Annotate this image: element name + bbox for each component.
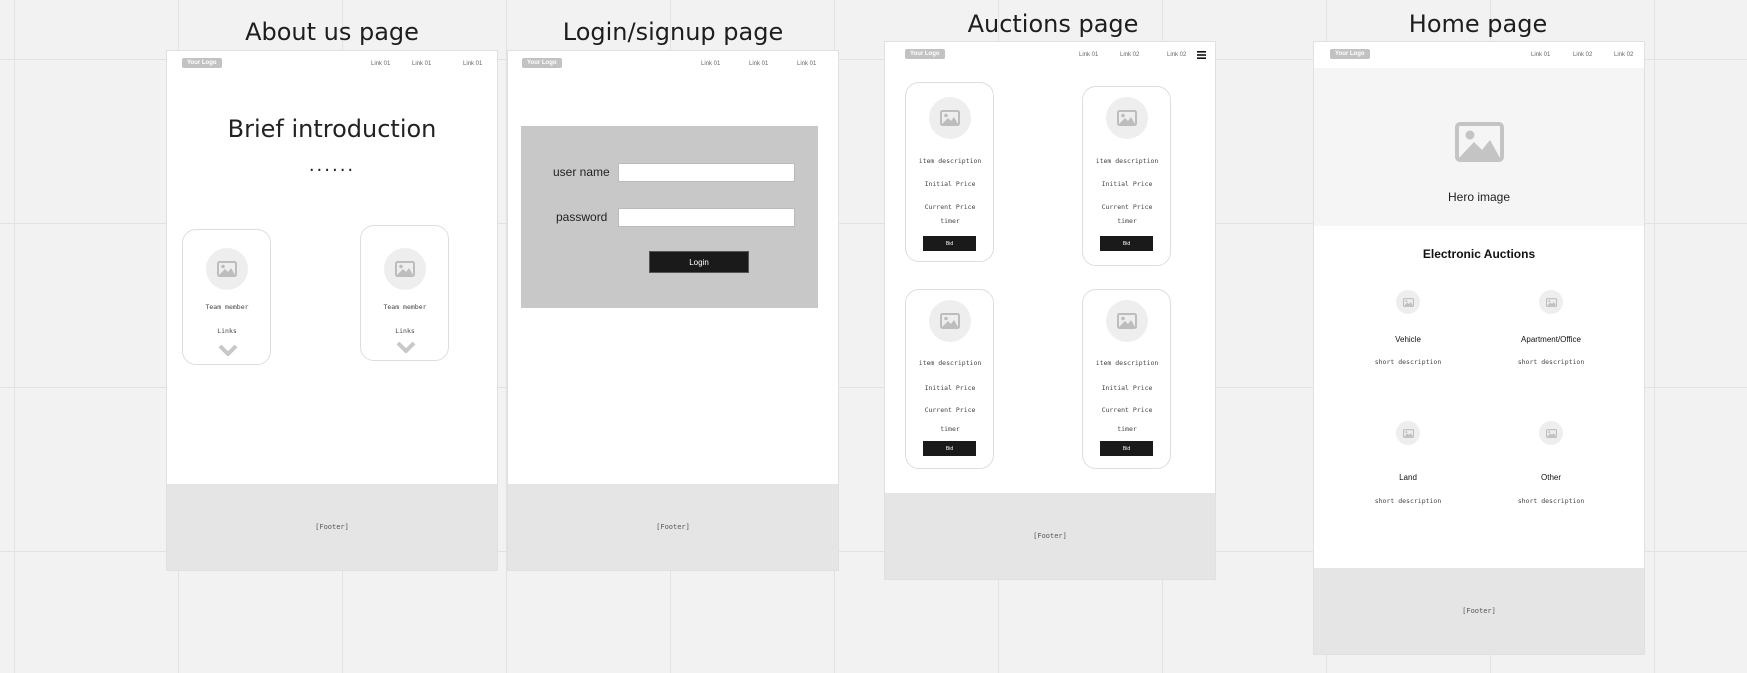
- category-description: short description: [1374, 358, 1442, 366]
- team-member-card: Team member Links: [182, 229, 271, 365]
- image-placeholder-icon: [206, 248, 248, 290]
- auctions-nav-link-2[interactable]: Link 02: [1120, 52, 1139, 58]
- team-member-links[interactable]: Links: [217, 327, 237, 335]
- hamburger-icon[interactable]: [1197, 51, 1206, 59]
- about-dots: ......: [308, 155, 356, 176]
- item-description: item description: [1095, 157, 1159, 165]
- item-timer: timer: [940, 425, 960, 433]
- auctions-logo[interactable]: Your Logo: [905, 49, 945, 59]
- bid-button[interactable]: Bid: [1100, 441, 1153, 456]
- login-nav-link-1[interactable]: Link 01: [701, 61, 720, 67]
- category-title[interactable]: Land: [1399, 473, 1417, 482]
- team-member-links[interactable]: Links: [395, 327, 415, 335]
- section-title: Electronic Auctions: [1422, 247, 1536, 261]
- login-frame: Your Logo Link 01 Link 01 Link 01 user n…: [507, 50, 839, 571]
- bid-button[interactable]: Bid: [923, 236, 976, 251]
- auction-item-card: item description Initial Price Current P…: [905, 289, 994, 469]
- other-image-icon[interactable]: [1539, 421, 1563, 445]
- home-frame: Your Logo Link 01 Link 02 Link 02 Hero i…: [1313, 41, 1645, 655]
- category-description: short description: [1374, 497, 1442, 505]
- vehicle-image-icon[interactable]: [1396, 290, 1420, 314]
- image-placeholder-icon: [384, 248, 426, 290]
- item-description: item description: [918, 157, 982, 165]
- image-placeholder-icon: [1106, 300, 1148, 342]
- item-description: item description: [918, 359, 982, 367]
- auctions-nav-link-1[interactable]: Link 01: [1079, 52, 1098, 58]
- about-heading: Brief introduction: [227, 115, 437, 143]
- land-image-icon[interactable]: [1396, 421, 1420, 445]
- item-timer: timer: [940, 217, 960, 225]
- auction-item-card: item description Initial Price Current P…: [905, 82, 994, 262]
- image-placeholder-icon: [929, 300, 971, 342]
- team-member-name: Team member: [205, 303, 249, 311]
- image-placeholder-icon: [1106, 97, 1148, 139]
- login-nav-link-2[interactable]: Link 01: [749, 61, 768, 67]
- about-nav-link-3[interactable]: Link 01: [463, 61, 482, 67]
- initial-price: Initial Price: [924, 384, 976, 392]
- home-nav-link-1[interactable]: Link 01: [1531, 52, 1550, 58]
- about-frame-title: About us page: [245, 18, 419, 46]
- about-nav-link-2[interactable]: Link 01: [412, 61, 431, 67]
- hero-image-icon: [1455, 122, 1504, 162]
- team-member-card: Team member Links: [360, 225, 449, 361]
- category-title[interactable]: Other: [1541, 473, 1561, 482]
- chevron-down-icon[interactable]: [396, 341, 416, 353]
- initial-price: Initial Price: [924, 180, 976, 188]
- about-nav-link-1[interactable]: Link 01: [371, 61, 390, 67]
- home-footer: [Footer]: [1314, 568, 1644, 654]
- category-title[interactable]: Apartment/Office: [1521, 335, 1581, 344]
- initial-price: Initial Price: [1101, 384, 1153, 392]
- chevron-down-icon[interactable]: [218, 344, 238, 356]
- category-description: short description: [1517, 358, 1585, 366]
- item-timer: timer: [1117, 425, 1137, 433]
- hero-section: Hero image: [1314, 68, 1644, 226]
- auction-item-card: item description Initial Price Current P…: [1082, 289, 1171, 469]
- login-nav-link-3[interactable]: Link 01: [797, 61, 816, 67]
- bid-button[interactable]: Bid: [1100, 236, 1153, 251]
- auction-item-card: item description Initial Price Current P…: [1082, 86, 1171, 266]
- login-frame-title: Login/signup page: [562, 18, 784, 46]
- current-price: Current Price: [1101, 203, 1153, 211]
- hero-label: Hero image: [1447, 190, 1511, 204]
- auctions-frame-title: Auctions page: [967, 10, 1139, 38]
- bid-button[interactable]: Bid: [923, 441, 976, 456]
- initial-price: Initial Price: [1101, 180, 1153, 188]
- image-placeholder-icon: [929, 97, 971, 139]
- username-label: user name: [553, 165, 610, 179]
- login-footer: [Footer]: [508, 484, 838, 570]
- current-price: Current Price: [1101, 406, 1153, 414]
- item-timer: timer: [1117, 217, 1137, 225]
- auctions-footer: [Footer]: [885, 493, 1215, 579]
- username-input[interactable]: [618, 163, 795, 182]
- about-frame: Your Logo Link 01 Link 01 Link 01 Brief …: [166, 50, 498, 571]
- login-panel: user name password Login: [521, 126, 818, 308]
- password-label: password: [556, 210, 608, 224]
- home-nav-link-3[interactable]: Link 02: [1614, 52, 1633, 58]
- home-nav-link-2[interactable]: Link 02: [1573, 52, 1592, 58]
- home-frame-title: Home page: [1408, 10, 1548, 38]
- about-footer: [Footer]: [167, 484, 497, 570]
- item-description: item description: [1095, 359, 1159, 367]
- category-description: short description: [1517, 497, 1585, 505]
- home-logo[interactable]: Your Logo: [1330, 49, 1370, 59]
- login-logo[interactable]: Your Logo: [522, 58, 562, 68]
- current-price: Current Price: [924, 406, 976, 414]
- category-title[interactable]: Vehicle: [1395, 335, 1421, 344]
- auctions-frame: Your Logo Link 01 Link 02 Link 02 item d…: [884, 41, 1216, 580]
- team-member-name: Team member: [383, 303, 427, 311]
- password-input[interactable]: [618, 208, 795, 227]
- current-price: Current Price: [924, 203, 976, 211]
- login-button[interactable]: Login: [649, 251, 749, 273]
- auctions-nav-link-3[interactable]: Link 02: [1167, 52, 1186, 58]
- apartment-image-icon[interactable]: [1539, 290, 1563, 314]
- about-logo[interactable]: Your Logo: [182, 58, 222, 68]
